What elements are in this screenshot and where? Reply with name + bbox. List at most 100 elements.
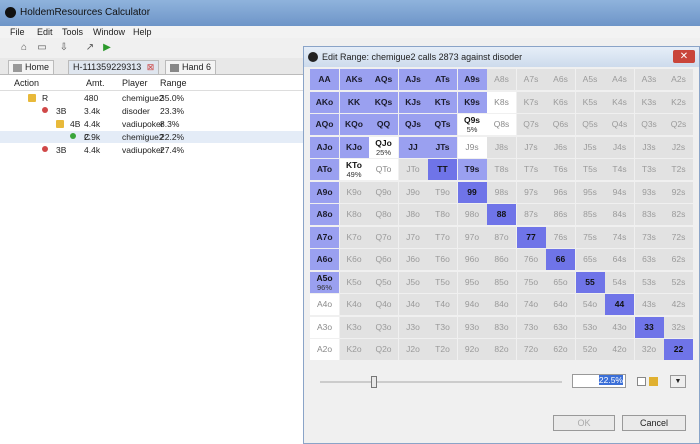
hand-cell[interactable]: J5s — [575, 136, 605, 158]
hand-cell[interactable]: J6o — [398, 249, 428, 270]
hand-cell[interactable]: Q5s — [575, 114, 605, 135]
hand-cell[interactable]: K7s — [516, 91, 546, 113]
hand-cell[interactable]: 32o — [634, 339, 664, 360]
new-window-icon[interactable]: ▭ — [36, 42, 48, 53]
chart-icon[interactable]: ↗ — [84, 42, 96, 53]
col-action[interactable]: Action — [14, 78, 39, 88]
hand-cell[interactable]: Q3s — [634, 114, 664, 135]
tree-row[interactable]: 4B 4.4k vadiupoker 8.3% — [0, 118, 305, 130]
hand-cell[interactable]: 62s — [664, 249, 693, 270]
hand-cell[interactable]: 98o — [457, 204, 487, 225]
hand-cell[interactable]: K5o — [339, 271, 369, 293]
hand-cell[interactable]: ATo — [310, 159, 339, 180]
hand-cell[interactable]: 43s — [634, 294, 664, 315]
hand-cell[interactable]: K5s — [575, 91, 605, 113]
close-icon[interactable]: ✕ — [673, 50, 695, 63]
hand-cell[interactable]: J8o — [398, 204, 428, 225]
hand-cell[interactable]: AQo — [310, 114, 339, 135]
ok-button[interactable]: OK — [553, 415, 615, 431]
range-slider-thumb[interactable] — [371, 376, 378, 388]
hand-cell[interactable]: A4s — [605, 69, 634, 90]
hand-cell[interactable]: KTs — [428, 91, 457, 113]
dropdown-button[interactable]: ▼ — [670, 375, 686, 388]
hand-cell[interactable]: 99 — [457, 181, 487, 203]
hand-cell[interactable]: TT — [428, 159, 457, 180]
hand-cell[interactable]: T9o — [428, 181, 457, 203]
hand-cell[interactable]: 88 — [487, 204, 516, 225]
hand-cell[interactable]: T5s — [575, 159, 605, 180]
hand-cell[interactable]: T2s — [664, 159, 693, 180]
hand-cell[interactable]: A2o — [310, 339, 339, 360]
tree-row[interactable]: R 480 chemigue2 35.0% — [0, 92, 305, 104]
hand-cell[interactable]: 96o — [457, 249, 487, 270]
hand-cell[interactable]: QTo — [369, 159, 398, 180]
hand-cell[interactable]: J9o — [398, 181, 428, 203]
hand-cell[interactable]: 82s — [664, 204, 693, 225]
menu-window[interactable]: Window — [93, 27, 125, 37]
menu-edit[interactable]: Edit — [37, 27, 53, 37]
hand-cell[interactable]: T3o — [428, 316, 457, 338]
hand-cell[interactable]: K3o — [339, 316, 369, 338]
tab-hand-history[interactable]: H-111359229313 ⊠ — [68, 60, 160, 74]
hand-cell[interactable]: 84s — [605, 204, 634, 225]
hand-cell[interactable]: K9o — [339, 181, 369, 203]
hand-cell[interactable]: A6o — [310, 249, 339, 270]
hand-cell[interactable]: A8s — [487, 69, 516, 90]
hand-cell[interactable]: K2o — [339, 339, 369, 360]
import-icon[interactable]: ⇩ — [58, 42, 70, 53]
hand-cell[interactable]: 75o — [516, 271, 546, 293]
hand-cell[interactable]: 77 — [516, 226, 546, 248]
hand-cell[interactable]: AA — [310, 69, 339, 90]
hand-cell[interactable]: 42s — [664, 294, 693, 315]
hand-cell[interactable]: JTo — [398, 159, 428, 180]
hand-cell[interactable]: J5o — [398, 271, 428, 293]
hand-cell[interactable]: 65o — [546, 271, 575, 293]
hand-cell[interactable]: 53o — [575, 316, 605, 338]
hand-cell[interactable]: A5o 96% — [310, 271, 339, 293]
hand-cell[interactable]: T4o — [428, 294, 457, 315]
hand-cell[interactable]: A7s — [516, 69, 546, 90]
hand-cell[interactable]: J3o — [398, 316, 428, 338]
hand-cell[interactable]: T8s — [487, 159, 516, 180]
play-icon[interactable]: ▶ — [101, 42, 113, 53]
tab-home[interactable]: Home — [8, 60, 55, 74]
hand-cell[interactable]: T8o — [428, 204, 457, 225]
hand-cell[interactable]: QJo 25% — [369, 136, 398, 158]
hand-cell[interactable]: K7o — [339, 226, 369, 248]
hand-cell[interactable]: K9s — [457, 91, 487, 113]
hand-cell[interactable]: J7s — [516, 136, 546, 158]
hand-cell[interactable]: 83s — [634, 204, 664, 225]
hand-cell[interactable]: T7s — [516, 159, 546, 180]
hand-cell[interactable]: 52s — [664, 271, 693, 293]
hand-cell[interactable]: Q4o — [369, 294, 398, 315]
hand-cell[interactable]: J4s — [605, 136, 634, 158]
hand-cell[interactable]: 65s — [575, 249, 605, 270]
hand-cell[interactable]: T3s — [634, 159, 664, 180]
hand-cell[interactable]: 97o — [457, 226, 487, 248]
hand-cell[interactable]: AJo — [310, 136, 339, 158]
hand-cell[interactable]: Q5o — [369, 271, 398, 293]
hand-cell[interactable]: 54s — [605, 271, 634, 293]
hand-cell[interactable]: AJs — [398, 69, 428, 90]
hand-cell[interactable]: A2s — [664, 69, 693, 90]
hand-cell[interactable]: 95s — [575, 181, 605, 203]
hand-cell[interactable]: J3s — [634, 136, 664, 158]
hand-cell[interactable]: 97s — [516, 181, 546, 203]
hand-cell[interactable]: 94o — [457, 294, 487, 315]
hand-cell[interactable]: QTs — [428, 114, 457, 135]
hand-cell[interactable]: T6s — [546, 159, 575, 180]
cancel-button[interactable]: Cancel — [622, 415, 686, 431]
hand-cell[interactable]: J2o — [398, 339, 428, 360]
hand-cell[interactable]: 92s — [664, 181, 693, 203]
hand-cell[interactable]: 92o — [457, 339, 487, 360]
hand-cell[interactable]: J9s — [457, 136, 487, 158]
hand-cell[interactable]: Q7s — [516, 114, 546, 135]
tab-hand-6[interactable]: Hand 6 — [165, 60, 217, 74]
hand-cell[interactable]: 93o — [457, 316, 487, 338]
hand-cell[interactable]: 72o — [516, 339, 546, 360]
hand-cell[interactable]: T4s — [605, 159, 634, 180]
hand-cell[interactable]: A5s — [575, 69, 605, 90]
hand-cell[interactable]: QJs — [398, 114, 428, 135]
hand-cell[interactable]: 95o — [457, 271, 487, 293]
hand-cell[interactable]: JJ — [398, 136, 428, 158]
